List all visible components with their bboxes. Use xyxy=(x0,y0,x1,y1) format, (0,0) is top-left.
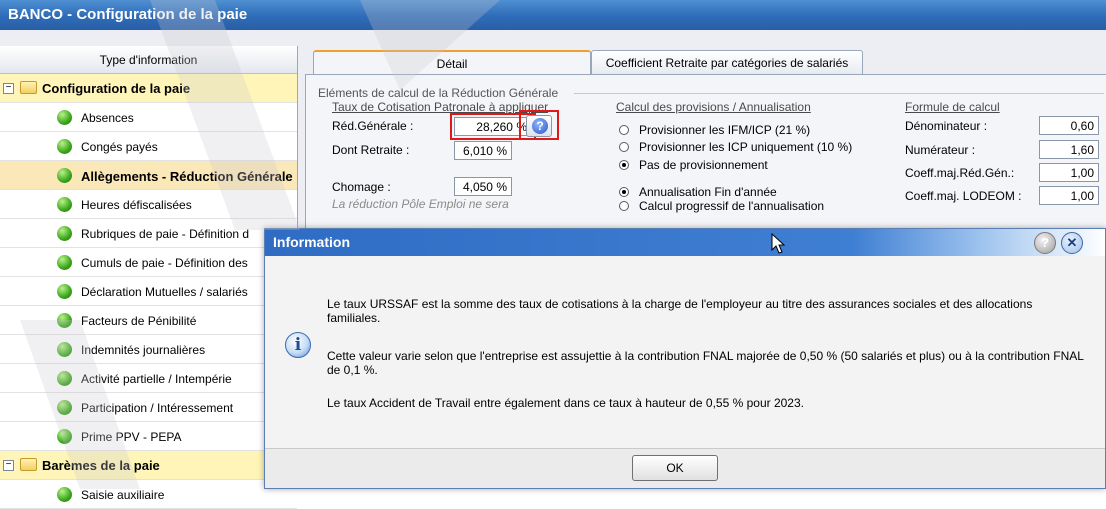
dialog-close-button[interactable]: ✕ xyxy=(1061,232,1083,254)
dont-retraite-label: Dont Retraite : xyxy=(332,143,410,157)
tree-item-label: Cumuls de paie - Définition des xyxy=(81,256,248,270)
green-ball-icon xyxy=(57,400,72,415)
section-divider xyxy=(574,93,1104,94)
tree-item[interactable]: Cumuls de paie - Définition des xyxy=(0,248,297,277)
radio-pas-provisionnement[interactable] xyxy=(619,160,629,170)
dialog-message-2: Cette valeur varie selon que l'entrepris… xyxy=(327,349,1084,377)
dialog-message-3: Le taux Accident de Travail entre égalem… xyxy=(327,396,804,410)
green-ball-icon xyxy=(57,110,72,125)
tree-item-label: Indemnités journalières xyxy=(81,343,206,357)
tree-rows: − Configuration de la paie Absences Congés … xyxy=(0,74,297,509)
green-ball-icon xyxy=(57,429,72,444)
tree-item[interactable]: Rubriques de paie - Définition d xyxy=(0,219,297,248)
tree-item-label: Saisie auxiliaire xyxy=(81,488,165,502)
dialog-footer: OK xyxy=(265,449,1105,488)
tree-item-label: Absences xyxy=(81,111,134,125)
tree-item[interactable]: Congés payés xyxy=(0,132,297,161)
tab-coefficient-retraite[interactable]: Coefficient Retraite par catégories de s… xyxy=(591,50,863,74)
prov-option1-label: Provisionner les IFM/ICP (21 %) xyxy=(639,123,811,137)
close-icon: ✕ xyxy=(1066,235,1078,250)
tab-bar: Détail Coefficient Retraite par catégori… xyxy=(305,50,1106,75)
radio-prov-ifm-icp[interactable] xyxy=(619,125,629,135)
tree-item[interactable]: Absences xyxy=(0,103,297,132)
dialog-help-button[interactable]: ? xyxy=(1034,232,1056,254)
green-ball-icon xyxy=(57,487,72,502)
tree-item[interactable]: Allègements - Réduction Générale xyxy=(0,161,297,190)
section-title: Eléments de calcul de la Réduction Génér… xyxy=(318,86,559,100)
collapse-icon[interactable]: − xyxy=(3,83,14,94)
folder-icon xyxy=(20,458,37,471)
tree-group-label: Configuration de la paie xyxy=(42,81,191,96)
tree-item[interactable]: Activité partielle / Intempérie xyxy=(0,364,297,393)
help-icon: ? xyxy=(1041,235,1049,250)
denominateur-label: Dénominateur : xyxy=(905,119,988,133)
tree-item-label: Facteurs de Pénibilité xyxy=(81,314,197,328)
radio-prov-icp[interactable] xyxy=(619,142,629,152)
information-dialog: Information ? ✕ i Le taux URSSAF est la … xyxy=(264,228,1106,489)
tab-detail[interactable]: Détail xyxy=(313,50,591,75)
prov-option3-label: Pas de provisionnement xyxy=(639,158,768,172)
denominateur-field[interactable]: 0,60 xyxy=(1039,116,1099,135)
tree-item[interactable]: Saisie auxiliaire xyxy=(0,480,297,509)
tree-group[interactable]: − Barèmes de la paie xyxy=(0,451,297,480)
tree-item[interactable]: Indemnités journalières xyxy=(0,335,297,364)
info-icon: i xyxy=(285,332,311,358)
green-ball-icon xyxy=(57,342,72,357)
dialog-titlebar[interactable]: Information ? ✕ xyxy=(265,229,1105,256)
tree-item-label: Déclaration Mutuelles / salariés xyxy=(81,285,248,299)
tree-item[interactable]: Prime PPV - PEPA xyxy=(0,422,297,451)
radio-annualisation-fin[interactable] xyxy=(619,187,629,197)
tree-item-label: Participation / Intéressement xyxy=(81,401,234,415)
tree-item-label: Activité partielle / Intempérie xyxy=(81,372,232,386)
ok-button[interactable]: OK xyxy=(632,455,718,481)
prov-option2-label: Provisionner les ICP uniquement (10 %) xyxy=(639,140,853,154)
green-ball-icon xyxy=(57,139,72,154)
mouse-cursor-icon xyxy=(771,233,786,254)
numerateur-field[interactable]: 1,60 xyxy=(1039,140,1099,159)
provisions-heading: Calcul des provisions / Annualisation xyxy=(616,100,811,114)
numerateur-label: Numérateur : xyxy=(905,143,976,157)
window-title: BANCO - Configuration de la paie xyxy=(0,0,1106,30)
red-generale-label: Réd.Générale : xyxy=(332,119,414,133)
green-ball-icon xyxy=(57,226,72,241)
formule-heading: Formule de calcul xyxy=(905,100,1000,114)
green-ball-icon xyxy=(57,371,72,386)
tree-item-label: Prime PPV - PEPA xyxy=(81,430,182,444)
coeff-lodeom-field[interactable]: 1,00 xyxy=(1039,186,1099,205)
collapse-icon[interactable]: − xyxy=(3,460,14,471)
tree-item-label: Heures défiscalisées xyxy=(81,198,192,212)
green-ball-icon xyxy=(57,313,72,328)
dialog-title: Information xyxy=(273,234,350,250)
coeff-red-field[interactable]: 1,00 xyxy=(1039,163,1099,182)
tree-item-label: Allègements - Réduction Générale xyxy=(81,169,293,184)
green-ball-icon xyxy=(57,197,72,212)
highlight-help-button xyxy=(519,110,559,140)
tree-item[interactable]: Heures défiscalisées xyxy=(0,190,297,219)
dialog-message-1: Le taux URSSAF est la somme des taux de … xyxy=(327,297,1033,325)
green-ball-icon xyxy=(57,284,72,299)
tree-header: Type d'information xyxy=(0,46,297,74)
green-ball-icon xyxy=(57,168,72,183)
green-ball-icon xyxy=(57,255,72,270)
tree-item[interactable]: Facteurs de Pénibilité xyxy=(0,306,297,335)
radio-annualisation-progressive[interactable] xyxy=(619,201,629,211)
chomage-field[interactable]: 4,050 % xyxy=(454,177,512,196)
folder-icon xyxy=(20,81,37,94)
tree-group-label: Barèmes de la paie xyxy=(42,458,160,473)
annual-option2-label: Calcul progressif de l'annualisation xyxy=(639,199,825,213)
tree-item[interactable]: Participation / Intéressement xyxy=(0,393,297,422)
coeff-red-label: Coeff.maj.Réd.Gén.: xyxy=(905,166,1015,180)
chomage-note: La réduction Pôle Emploi ne sera xyxy=(332,197,509,211)
tree-item[interactable]: Déclaration Mutuelles / salariés xyxy=(0,277,297,306)
chomage-label: Chomage : xyxy=(332,180,391,194)
annual-option1-label: Annualisation Fin d'année xyxy=(639,185,777,199)
coeff-lodeom-label: Coeff.maj. LODEOM : xyxy=(905,189,1022,203)
tree-panel: Type d'information − Configuration de la … xyxy=(0,46,298,509)
taux-heading: Taux de Cotisation Patronale à appliquer xyxy=(332,100,549,114)
tree-item-label: Congés payés xyxy=(81,140,158,154)
dont-retraite-field[interactable]: 6,010 % xyxy=(454,141,512,160)
tree-item-label: Rubriques de paie - Définition d xyxy=(81,227,250,241)
tree-group[interactable]: − Configuration de la paie xyxy=(0,74,297,103)
